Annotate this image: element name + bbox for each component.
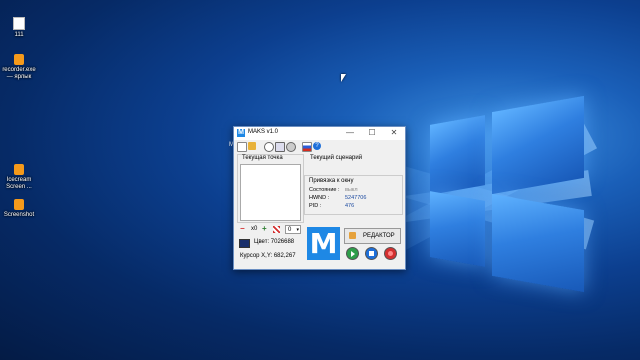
- points-list[interactable]: [240, 164, 301, 221]
- count-select[interactable]: 0 ▾: [285, 225, 301, 234]
- mouse-cursor-icon: [341, 74, 346, 82]
- editor-button[interactable]: РЕДАКТОР: [344, 228, 401, 244]
- play-icon: [351, 251, 355, 257]
- hwnd-label: HWND :: [309, 195, 330, 201]
- chevron-down-icon: ▾: [296, 227, 299, 233]
- desktop-icon-recorder[interactable]: recorder.exe — ярлык: [0, 54, 38, 81]
- app-shortcut-icon: [14, 54, 24, 65]
- cursor-coords-label: Курсор X,Y: 682,267: [240, 253, 296, 259]
- text-file-icon: [13, 17, 25, 30]
- app-shortcut-icon: [14, 164, 24, 175]
- minimize-button[interactable]: —: [339, 127, 361, 140]
- maks-window: M MAKS v1.0 — ☐ ✕ ? Текущая точка Текущи…: [233, 126, 406, 270]
- checkered-icon[interactable]: [273, 226, 280, 233]
- multiplier-label: x0: [251, 226, 258, 232]
- maximize-button[interactable]: ☐: [361, 127, 383, 140]
- close-button[interactable]: ✕: [383, 127, 405, 140]
- color-swatch: [239, 239, 250, 248]
- current-point-title: Текущая точка: [242, 155, 283, 161]
- windows-logo-pane: [492, 95, 584, 195]
- maks-logo: M: [307, 227, 340, 260]
- windows-logo-pane: [492, 193, 584, 293]
- pid-label: PID :: [309, 203, 322, 209]
- desktop-icon-screenshot[interactable]: Screenshot: [0, 199, 38, 219]
- pid-value: 476: [345, 203, 355, 209]
- current-point-group: Текущая точка: [237, 154, 304, 223]
- add-point-button[interactable]: +: [262, 225, 267, 233]
- desktop-icon-111[interactable]: 111: [0, 17, 38, 39]
- record-icon: [388, 251, 393, 256]
- search-icon[interactable]: [264, 142, 274, 152]
- new-file-icon[interactable]: [237, 142, 247, 152]
- point-controls: − x0 + 0 ▾: [238, 225, 304, 235]
- title-bar[interactable]: M MAKS v1.0 — ☐ ✕: [234, 127, 405, 140]
- help-icon[interactable]: ?: [313, 142, 321, 150]
- toolbar: ?: [234, 141, 405, 152]
- windows-logo-pane: [430, 191, 485, 267]
- play-button[interactable]: [346, 247, 359, 260]
- hwnd-value: 5247706: [345, 195, 367, 201]
- app-shortcut-icon: [14, 199, 24, 210]
- state-label: Состояние :: [309, 187, 340, 193]
- stop-button[interactable]: [365, 247, 378, 260]
- window-binding-group: Привязка к окну Состояние : выкл HWND : …: [304, 175, 403, 215]
- windows-logo-pane: [430, 115, 485, 195]
- app-logo-icon: M: [237, 129, 245, 137]
- binding-title: Привязка к окну: [309, 178, 354, 184]
- color-label: Цвет: 7026688: [254, 239, 295, 245]
- settings-icon[interactable]: [286, 142, 296, 152]
- russian-flag-icon[interactable]: [302, 142, 312, 152]
- current-scenario-title: Текущий сценарий: [310, 155, 363, 161]
- stop-icon: [369, 251, 374, 256]
- window-title: MAKS v1.0: [248, 129, 279, 135]
- remove-point-button[interactable]: −: [240, 225, 245, 233]
- state-value: выкл: [345, 187, 358, 193]
- pencil-icon: [349, 232, 356, 239]
- open-folder-icon[interactable]: [248, 142, 256, 150]
- desktop-icon-icecream[interactable]: Icecream Screen ...: [0, 164, 38, 191]
- record-button[interactable]: [384, 247, 397, 260]
- list-icon[interactable]: [275, 142, 285, 152]
